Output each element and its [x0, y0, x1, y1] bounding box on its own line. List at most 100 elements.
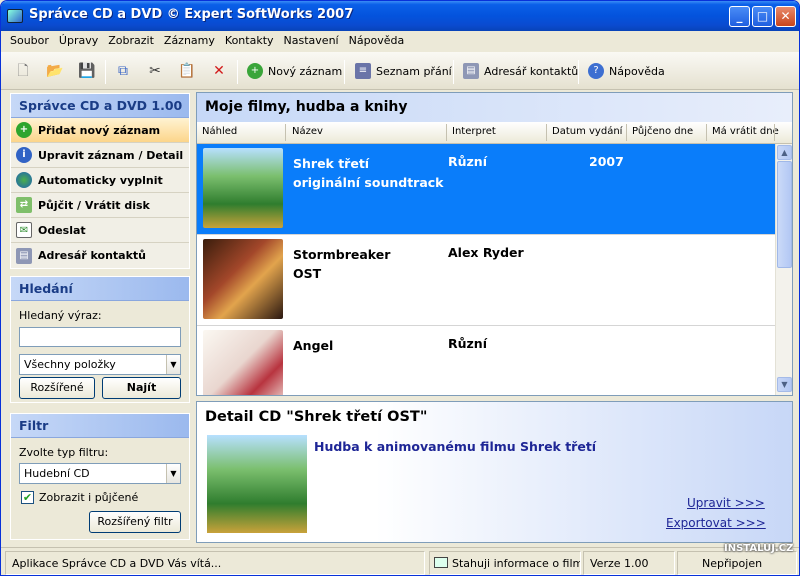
chevron-down-icon[interactable]: ▼: [166, 464, 180, 483]
menu-nastaveni[interactable]: Nastavení: [279, 31, 344, 52]
show-lent-label: Zobrazit i půjčené: [39, 491, 139, 504]
close-button[interactable]: ✕: [775, 6, 796, 27]
cut-icon[interactable]: ✂: [145, 61, 165, 81]
advanced-search-button[interactable]: Rozšířené: [19, 377, 95, 399]
column-headers: Náhled Název Interpret Datum vydání Půjč…: [197, 122, 792, 144]
toolbar: 🗋 📂 💾 ⧉ ✂ 📋 ✕ + Nový záznam ≡ Seznam přá…: [1, 52, 799, 90]
address-book-icon: ▤: [16, 247, 32, 264]
maximize-button[interactable]: □: [752, 6, 773, 27]
scroll-down-icon[interactable]: ▼: [777, 377, 792, 392]
application-window: Správce CD a DVD © Expert SoftWorks 2007…: [0, 0, 800, 576]
sidebar-item-send[interactable]: ✉ Odeslat: [11, 218, 189, 243]
angel-cover-image: [203, 330, 283, 395]
title-bar[interactable]: Správce CD a DVD © Expert SoftWorks 2007…: [1, 1, 799, 31]
table-row[interactable]: Angel Různí: [197, 326, 775, 395]
scrollbar-thumb[interactable]: [777, 161, 792, 268]
toolbar-separator: [105, 60, 106, 84]
envelope-icon: ✉: [16, 222, 32, 238]
plus-icon: +: [247, 63, 263, 79]
wishlist-label: Seznam přání: [376, 64, 452, 78]
save-icon[interactable]: 💾: [77, 61, 97, 81]
sidebar-item-add-record[interactable]: + Přidat nový záznam: [11, 118, 189, 143]
app-icon[interactable]: [7, 9, 23, 23]
detail-panel: Detail CD "Shrek třetí OST" Hudba k anim…: [196, 401, 793, 543]
sidebar-item-label: Odeslat: [38, 223, 86, 237]
delete-icon[interactable]: ✕: [209, 61, 229, 81]
search-scope-select[interactable]: Všechny položky ▼: [19, 354, 181, 375]
find-button[interactable]: Najít: [102, 377, 181, 399]
sidebar-item-label: Automaticky vyplnit: [38, 173, 163, 187]
menu-kontakty[interactable]: Kontakty: [220, 31, 279, 52]
plus-circle-icon: +: [16, 122, 32, 138]
filter-label: Zvolte typ filtru:: [19, 446, 109, 459]
filter-type-select[interactable]: Hudební CD ▼: [19, 463, 181, 484]
filter-type-value: Hudební CD: [24, 467, 90, 480]
column-header-due-date[interactable]: Má vrátit dne: [712, 126, 779, 137]
help-button[interactable]: ? Nápověda: [588, 61, 665, 81]
sidebar-item-label: Přidat nový záznam: [38, 123, 161, 137]
table-row[interactable]: Shrek třetí originální soundtrack Různí 2…: [197, 144, 775, 235]
minimize-button[interactable]: _: [729, 6, 750, 27]
new-record-button[interactable]: + Nový záznam: [247, 61, 342, 81]
scroll-up-icon[interactable]: ▲: [777, 145, 792, 160]
chevron-down-icon[interactable]: ▼: [166, 355, 180, 374]
sidebar-panel: Správce CD a DVD 1.00 + Přidat nový zázn…: [10, 93, 190, 269]
menu-zobrazit[interactable]: Zobrazit: [103, 31, 159, 52]
column-header-lent-date[interactable]: Půjčeno dne: [632, 126, 693, 137]
open-folder-icon[interactable]: 📂: [45, 61, 65, 81]
toolbar-separator: [453, 60, 454, 84]
sidebar-header: Správce CD a DVD 1.00: [11, 94, 189, 118]
column-header-release-date[interactable]: Datum vydání: [552, 126, 622, 137]
new-record-label: Nový záznam: [268, 64, 343, 78]
menu-upravy[interactable]: Úpravy: [54, 31, 103, 52]
record-artist: Různí: [448, 154, 487, 169]
sidebar-item-autofill[interactable]: Automaticky vyplnit: [11, 168, 189, 193]
show-lent-checkbox[interactable]: ✔: [21, 491, 34, 504]
sidebar-item-lend-return[interactable]: ⇄ Půjčit / Vrátit disk: [11, 193, 189, 218]
new-file-icon[interactable]: 🗋: [13, 61, 33, 81]
menu-soubor[interactable]: Soubor: [1, 31, 54, 52]
help-icon: ?: [588, 63, 604, 79]
copy-icon[interactable]: ⧉: [113, 61, 133, 81]
detail-description: Hudba k animovanému filmu Shrek třetí: [314, 439, 597, 454]
sidebar-item-label: Půjčit / Vrátit disk: [38, 198, 150, 212]
watermark-text: INSTALUJ.CZ: [724, 543, 794, 554]
search-scope-value: Všechny položky: [24, 358, 116, 371]
column-header-name[interactable]: Název: [292, 126, 323, 137]
table-row[interactable]: Stormbreaker OST Alex Ryder: [197, 235, 775, 326]
sidebar-item-contacts[interactable]: ▤ Adresář kontaktů: [11, 243, 189, 268]
menu-napoveda[interactable]: Nápověda: [344, 31, 410, 52]
help-label: Nápověda: [609, 64, 665, 78]
address-book-icon: ▤: [463, 63, 479, 79]
advanced-filter-button[interactable]: Rozšířený filtr: [89, 511, 181, 533]
export-link[interactable]: Exportovat >>>: [666, 516, 766, 530]
status-version: Verze 1.00: [583, 551, 675, 575]
menu-zaznamy[interactable]: Záznamy: [159, 31, 220, 52]
wishlist-icon: ≡: [355, 63, 371, 79]
list-scrollbar[interactable]: ▲ ▼: [775, 144, 792, 395]
lend-disk-icon: ⇄: [16, 197, 32, 213]
wishlist-button[interactable]: ≡ Seznam přání: [355, 61, 452, 81]
column-header-artist[interactable]: Interpret: [452, 126, 496, 137]
filter-header: Filtr: [11, 414, 189, 438]
search-input[interactable]: [19, 327, 181, 347]
record-name: Angel: [293, 338, 334, 353]
info-icon: i: [16, 147, 32, 163]
search-label: Hledaný výraz:: [19, 309, 102, 322]
contacts-button[interactable]: ▤ Adresář kontaktů: [463, 61, 578, 81]
detail-title: Detail CD "Shrek třetí OST": [205, 409, 428, 425]
sidebar-item-edit-record[interactable]: i Upravit záznam / Detail: [11, 143, 189, 168]
contacts-label: Adresář kontaktů: [484, 64, 579, 78]
shrek-cover-image: [203, 148, 283, 228]
column-header-preview[interactable]: Náhled: [202, 126, 237, 137]
status-welcome: Aplikace Správce CD a DVD Vás vítá...: [5, 551, 425, 575]
edit-link[interactable]: Upravit >>>: [687, 496, 765, 510]
toolbar-separator: [344, 60, 345, 84]
filter-panel: Filtr Zvolte typ filtru: Hudební CD ▼ ✔ …: [10, 413, 190, 540]
shrek-cover-image: [207, 435, 307, 533]
record-year: 2007: [589, 154, 624, 169]
paste-icon[interactable]: 📋: [177, 61, 197, 81]
globe-icon: [16, 172, 32, 188]
toolbar-separator: [237, 60, 238, 84]
sidebar-item-label: Upravit záznam / Detail: [38, 148, 184, 162]
